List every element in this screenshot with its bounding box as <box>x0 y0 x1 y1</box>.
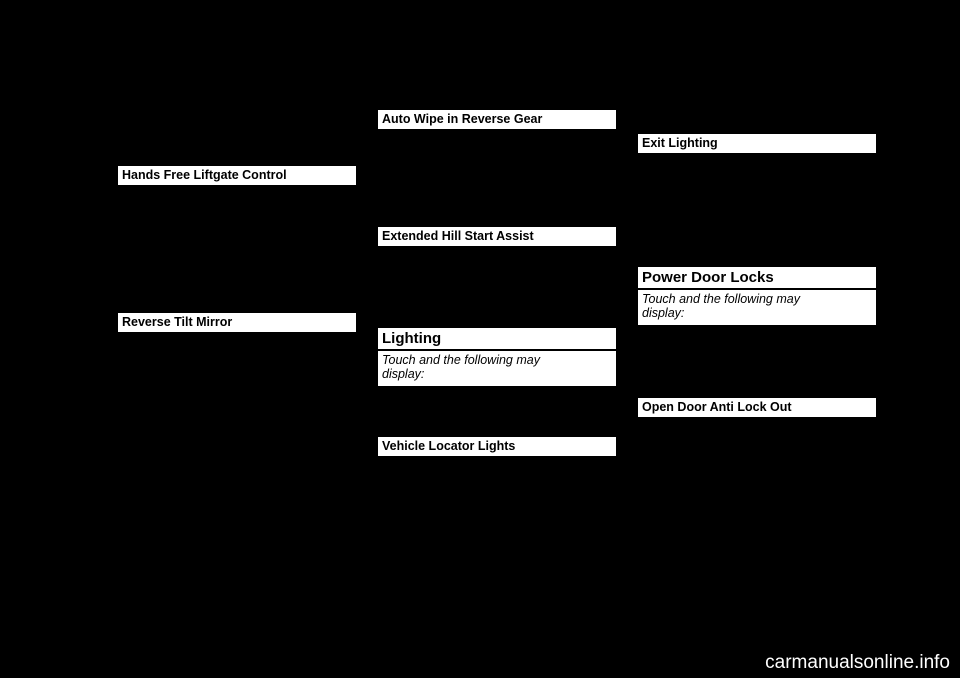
section-heading-extended-hill-start-assist: Extended Hill Start Assist <box>378 227 616 246</box>
document-page: Hands Free Liftgate Control Reverse Tilt … <box>0 0 960 678</box>
section-heading-vehicle-locator-lights: Vehicle Locator Lights <box>378 437 616 456</box>
section-heading-exit-lighting: Exit Lighting <box>638 134 876 153</box>
section-heading-reverse-tilt-mirror: Reverse Tilt Mirror <box>118 313 356 332</box>
text-block-power-door-locks-body: Touch and the following may display: <box>638 290 876 325</box>
section-heading-hands-free-liftgate-control: Hands Free Liftgate Control <box>118 166 356 185</box>
section-heading-power-door-locks: Power Door Locks <box>638 267 876 289</box>
footer-watermark: carmanualsonline.info <box>765 652 950 674</box>
section-heading-auto-wipe-in-reverse-gear: Auto Wipe in Reverse Gear <box>378 110 616 129</box>
text-block-lighting-body: Touch and the following may display: <box>378 351 616 386</box>
footer-text: carmanualsonline.info <box>765 652 950 673</box>
section-heading-lighting: Lighting <box>378 328 616 350</box>
section-heading-open-door-anti-lock-out: Open Door Anti Lock Out <box>638 398 876 417</box>
